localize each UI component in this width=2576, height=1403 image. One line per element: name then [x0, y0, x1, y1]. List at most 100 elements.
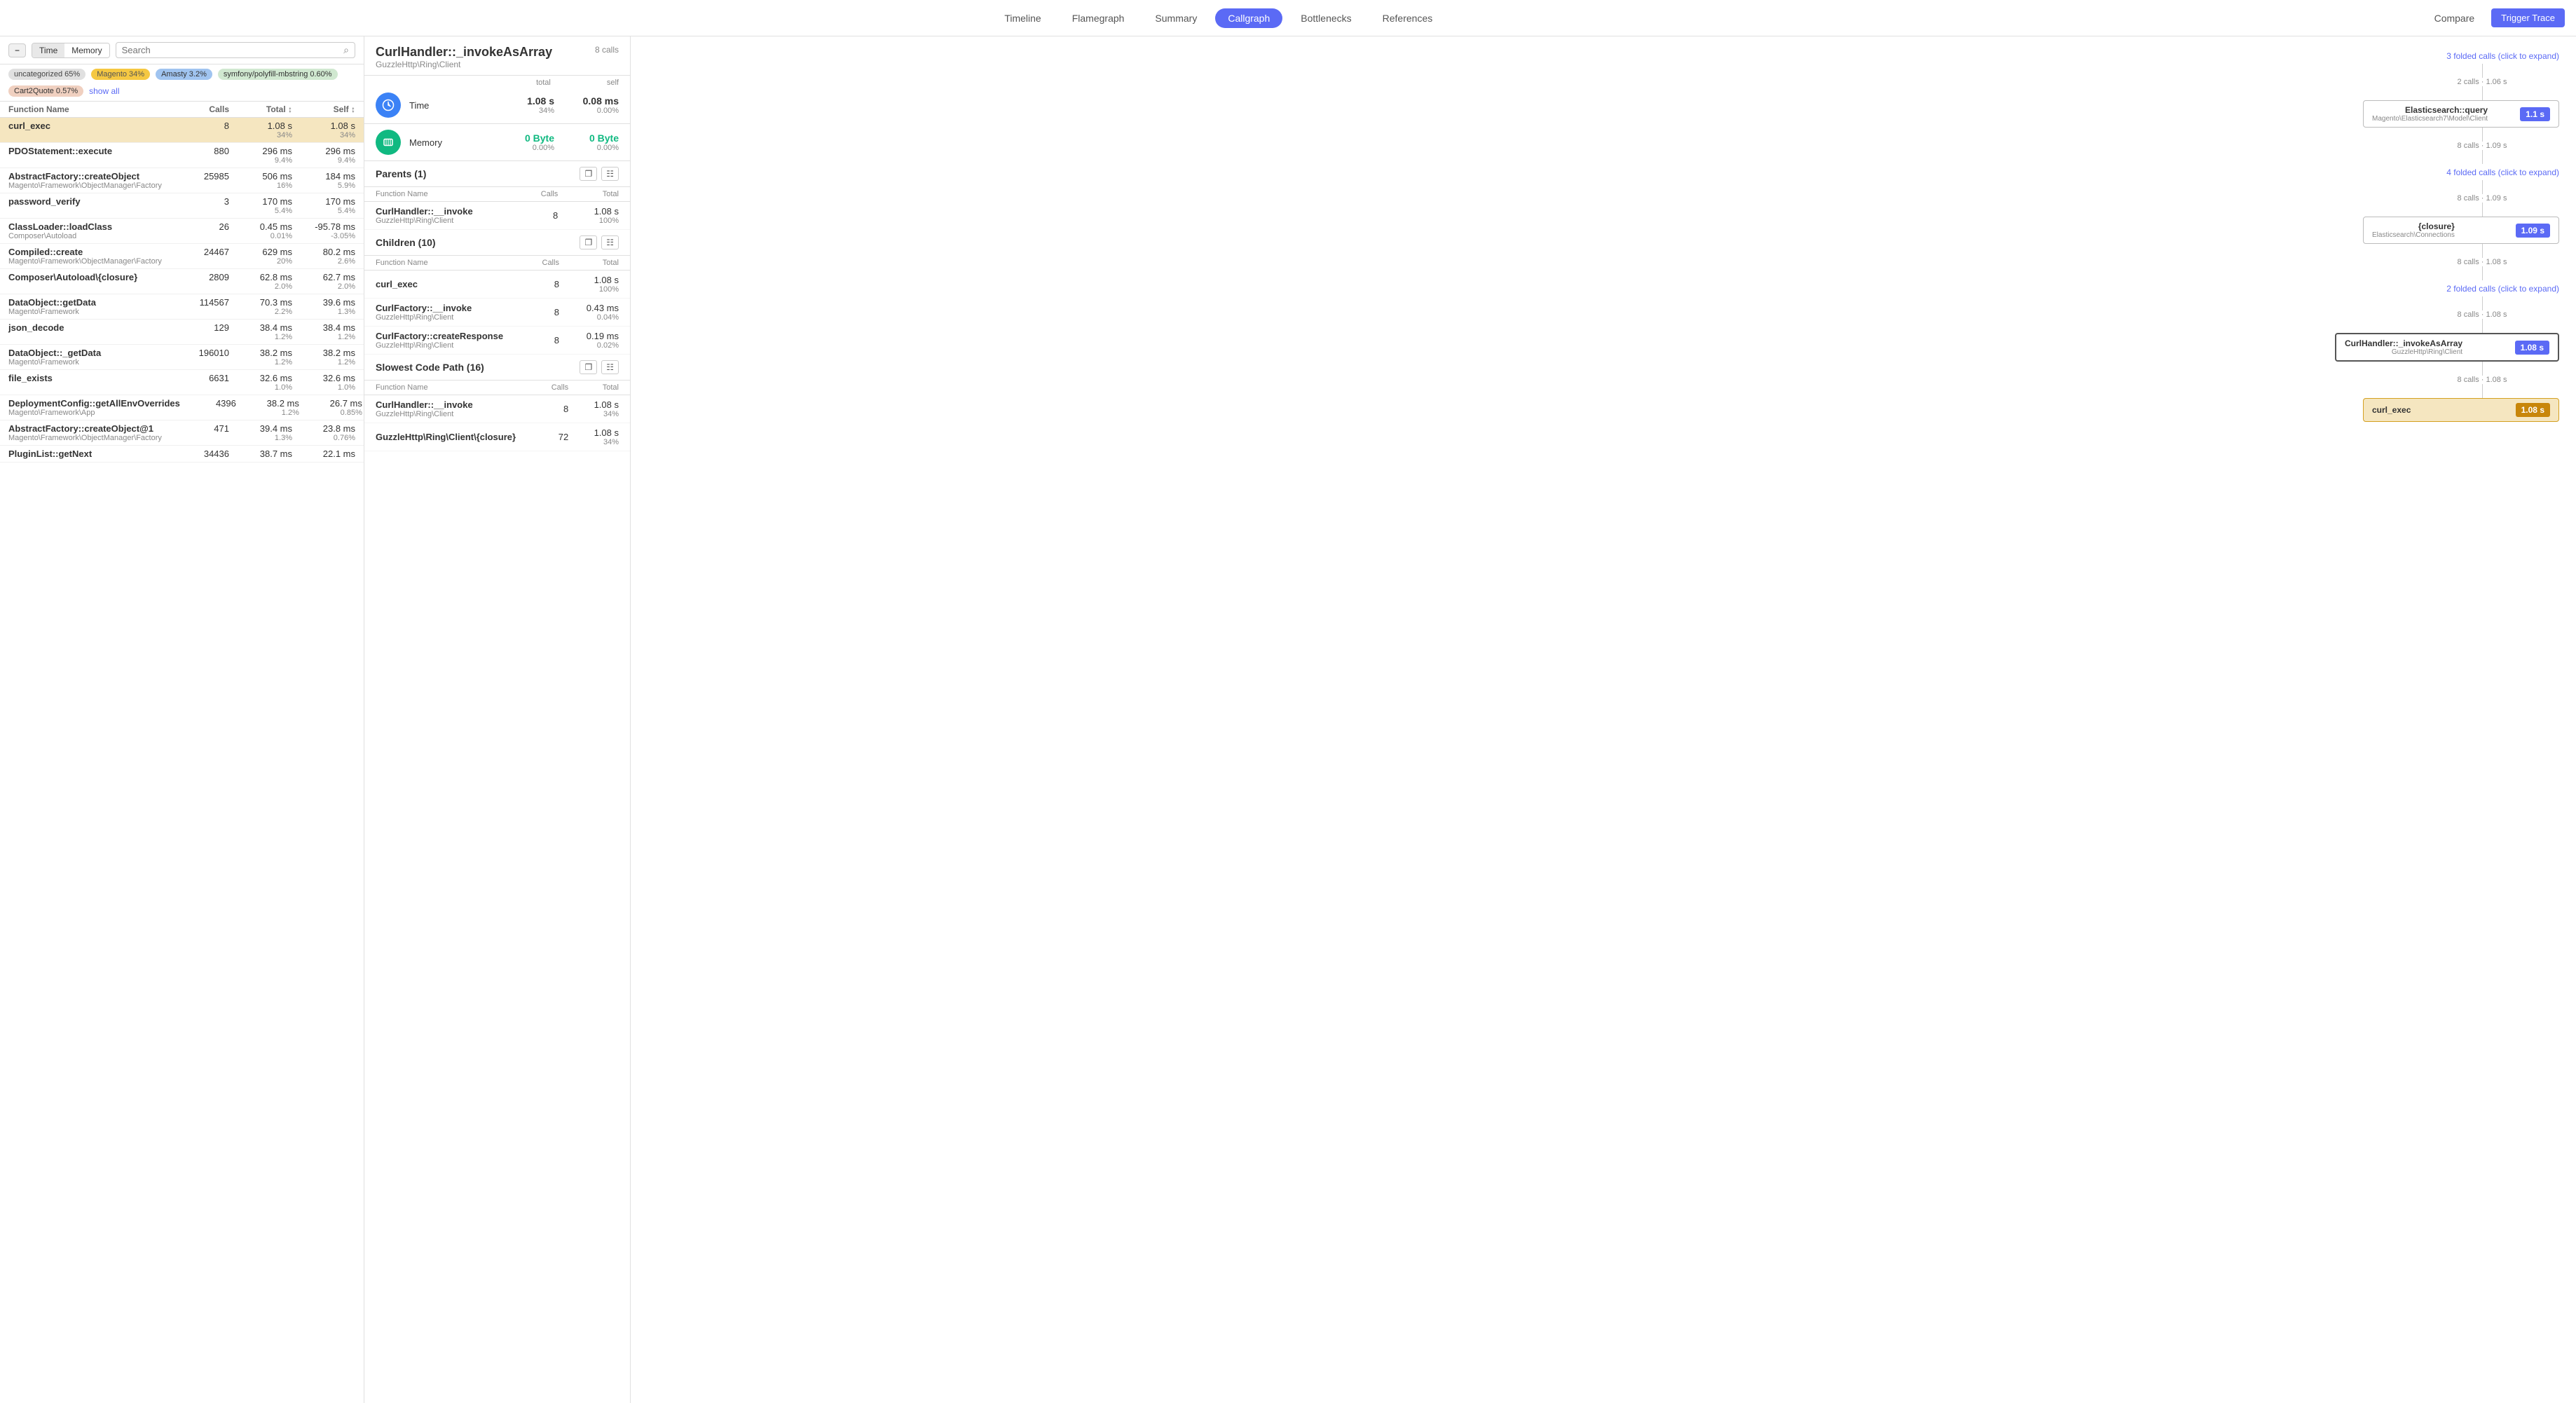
function-table: Function Name Calls Total ↕ Self ↕ curl_…: [0, 102, 364, 1403]
fold-label-2[interactable]: 4 folded calls (click to expand): [2446, 164, 2559, 180]
right-panel: 3 folded calls (click to expand) 2 calls…: [631, 36, 2576, 1403]
fn-name-cell: json_decode: [8, 322, 173, 341]
fn-name-cell: password_verify: [8, 196, 173, 215]
fn-name-cell: PluginList::getNext: [8, 449, 173, 459]
slowest-row[interactable]: CurlHandler::__invoke GuzzleHttp\Ring\Cl…: [364, 395, 630, 423]
memory-self-col: 0 Byte 0.00%: [563, 132, 619, 152]
time-self-val: 0.08 ms: [563, 95, 619, 107]
search-box: ⌕: [116, 42, 355, 58]
time-self-col: 0.08 ms 0.00%: [563, 95, 619, 115]
memory-total-col: 0 Byte 0.00%: [498, 132, 554, 152]
badge-curl-exec: 1.08 s: [2516, 403, 2550, 417]
parents-copy-icon[interactable]: ☷: [601, 167, 619, 181]
table-row[interactable]: curl_exec 8 1.08 s 34% 1.08 s 34%: [0, 118, 364, 143]
col-calls: Calls: [173, 104, 229, 114]
table-row[interactable]: DataObject::_getData Magento\Framework 1…: [0, 345, 364, 370]
fn-name-cell: DataObject::getData Magento\Framework: [8, 297, 173, 316]
filter-cart2quote[interactable]: Cart2Quote 0.57%: [8, 85, 83, 97]
col-self: Self ↕: [292, 104, 355, 114]
parents-table: Function Name Calls Total CurlHandler::_…: [364, 187, 630, 230]
fn-name-cell: Composer\Autoload\{closure}: [8, 272, 173, 291]
slowest-col-calls: Calls: [537, 381, 580, 395]
callgraph-namespace: GuzzleHttp\Ring\Client: [376, 60, 552, 69]
compare-button[interactable]: Compare: [2426, 8, 2483, 28]
nav-tabs: Timeline Flamegraph Summary Callgraph Bo…: [11, 8, 2426, 28]
filter-uncategorized[interactable]: uncategorized 65%: [8, 69, 85, 80]
trigger-trace-button[interactable]: Trigger Trace: [2491, 8, 2565, 27]
node-curl-exec[interactable]: curl_exec 1.08 s: [2363, 398, 2559, 422]
connector-2: 8 calls · 1.09 s: [2405, 128, 2559, 164]
table-row[interactable]: password_verify 3 170 ms 5.4% 170 ms 5.4…: [0, 193, 364, 219]
table-row[interactable]: json_decode 129 38.4 ms 1.2% 38.4 ms 1.2…: [0, 320, 364, 345]
children-col-calls: Calls: [528, 256, 570, 271]
children-col-fn: Function Name: [364, 256, 528, 271]
slowest-col-total: Total: [580, 381, 630, 395]
tab-callgraph[interactable]: Callgraph: [1215, 8, 1282, 28]
table-row[interactable]: Compiled::create Magento\Framework\Objec…: [0, 244, 364, 269]
search-input[interactable]: [122, 45, 344, 55]
show-all-link[interactable]: show all: [89, 86, 119, 96]
fn-name-cell: AbstractFactory::createObject@1 Magento\…: [8, 423, 173, 442]
fn-name-cell: ClassLoader::loadClass Composer\Autoload: [8, 221, 173, 240]
time-icon: [376, 93, 401, 118]
connector-1: 2 calls · 1.06 s: [2405, 64, 2559, 100]
tab-references[interactable]: References: [1370, 8, 1446, 28]
left-panel-header: − Time Memory ⌕: [0, 36, 364, 64]
callgraph-tree: 3 folded calls (click to expand) 2 calls…: [648, 48, 2559, 422]
children-row[interactable]: CurlFactory::__invoke GuzzleHttp\Ring\Cl…: [364, 299, 630, 327]
fold-label-3[interactable]: 2 folded calls (click to expand): [2446, 280, 2559, 296]
node-closure[interactable]: {closure} Elasticsearch\Connections 1.09…: [2363, 217, 2559, 244]
table-row[interactable]: PDOStatement::execute 880 296 ms 9.4% 29…: [0, 143, 364, 168]
children-copy-icon[interactable]: ☷: [601, 235, 619, 249]
table-row[interactable]: file_exists 6631 32.6 ms 1.0% 32.6 ms 1.…: [0, 370, 364, 395]
memory-total-val: 0 Byte: [498, 132, 554, 144]
children-expand-icon[interactable]: ❐: [580, 235, 597, 249]
node-curlhandler-invoke-as-array[interactable]: CurlHandler::_invokeAsArray GuzzleHttp\R…: [2335, 333, 2559, 362]
connector-5: 8 calls · 1.08 s: [2405, 296, 2559, 333]
parents-expand-icon[interactable]: ❐: [580, 167, 597, 181]
memory-self-pct: 0.00%: [563, 144, 619, 152]
parents-row[interactable]: CurlHandler::__invoke GuzzleHttp\Ring\Cl…: [364, 202, 630, 230]
children-row[interactable]: curl_exec 8 1.08 s 100%: [364, 271, 630, 299]
time-tab[interactable]: Time: [32, 43, 64, 57]
table-row[interactable]: PluginList::getNext 34436 38.7 ms 22.1 m…: [0, 446, 364, 463]
parents-col-fn: Function Name: [364, 187, 519, 202]
slowest-row[interactable]: GuzzleHttp\Ring\Client\{closure} 72 1.08…: [364, 423, 630, 451]
parents-section-title: Parents (1): [376, 168, 426, 179]
filter-amasty[interactable]: Amasty 3.2%: [156, 69, 212, 80]
node-elasticsearch-query[interactable]: Elasticsearch::query Magento\Elasticsear…: [2363, 100, 2559, 128]
main-layout: − Time Memory ⌕ uncategorized 65% Magent…: [0, 36, 2576, 1403]
filter-tags: uncategorized 65% Magento 34% Amasty 3.2…: [0, 64, 364, 102]
slowest-table: Function Name Calls Total CurlHandler::_…: [364, 381, 630, 451]
badge-closure: 1.09 s: [2516, 224, 2550, 238]
tab-timeline[interactable]: Timeline: [992, 8, 1053, 28]
fn-name-cell: DataObject::_getData Magento\Framework: [8, 348, 173, 367]
memory-icon: [376, 130, 401, 155]
connector-3: 8 calls · 1.09 s: [2405, 180, 2559, 217]
toggle-button[interactable]: −: [8, 43, 26, 57]
filter-symfony[interactable]: symfony/polyfill-mbstring 0.60%: [218, 69, 338, 80]
table-row[interactable]: AbstractFactory::createObject@1 Magento\…: [0, 420, 364, 446]
fn-name-cell: Compiled::create Magento\Framework\Objec…: [8, 247, 173, 266]
search-icon[interactable]: ⌕: [343, 44, 349, 56]
tab-flamegraph[interactable]: Flamegraph: [1060, 8, 1137, 28]
callgraph-header: CurlHandler::_invokeAsArray GuzzleHttp\R…: [364, 36, 630, 76]
slowest-copy-icon[interactable]: ☷: [601, 360, 619, 374]
tab-summary[interactable]: Summary: [1142, 8, 1210, 28]
slowest-col-fn: Function Name: [364, 381, 537, 395]
memory-tab[interactable]: Memory: [64, 43, 109, 57]
children-section-header: Children (10) ❐ ☷: [364, 230, 630, 256]
parents-col-calls: Calls: [519, 187, 570, 202]
table-row[interactable]: ClassLoader::loadClass Composer\Autoload…: [0, 219, 364, 244]
slowest-expand-icon[interactable]: ❐: [580, 360, 597, 374]
table-row[interactable]: AbstractFactory::createObject Magento\Fr…: [0, 168, 364, 193]
tab-bottlenecks[interactable]: Bottlenecks: [1288, 8, 1364, 28]
children-col-total: Total: [570, 256, 630, 271]
table-row[interactable]: Composer\Autoload\{closure} 2809 62.8 ms…: [0, 269, 364, 294]
table-row[interactable]: DeploymentConfig::getAllEnvOverrides Mag…: [0, 395, 364, 420]
fold-label-1[interactable]: 3 folded calls (click to expand): [2446, 48, 2559, 64]
table-row[interactable]: DataObject::getData Magento\Framework 11…: [0, 294, 364, 320]
filter-magento[interactable]: Magento 34%: [91, 69, 150, 80]
children-row[interactable]: CurlFactory::createResponse GuzzleHttp\R…: [364, 327, 630, 355]
callgraph-fn-name: CurlHandler::_invokeAsArray: [376, 45, 552, 60]
